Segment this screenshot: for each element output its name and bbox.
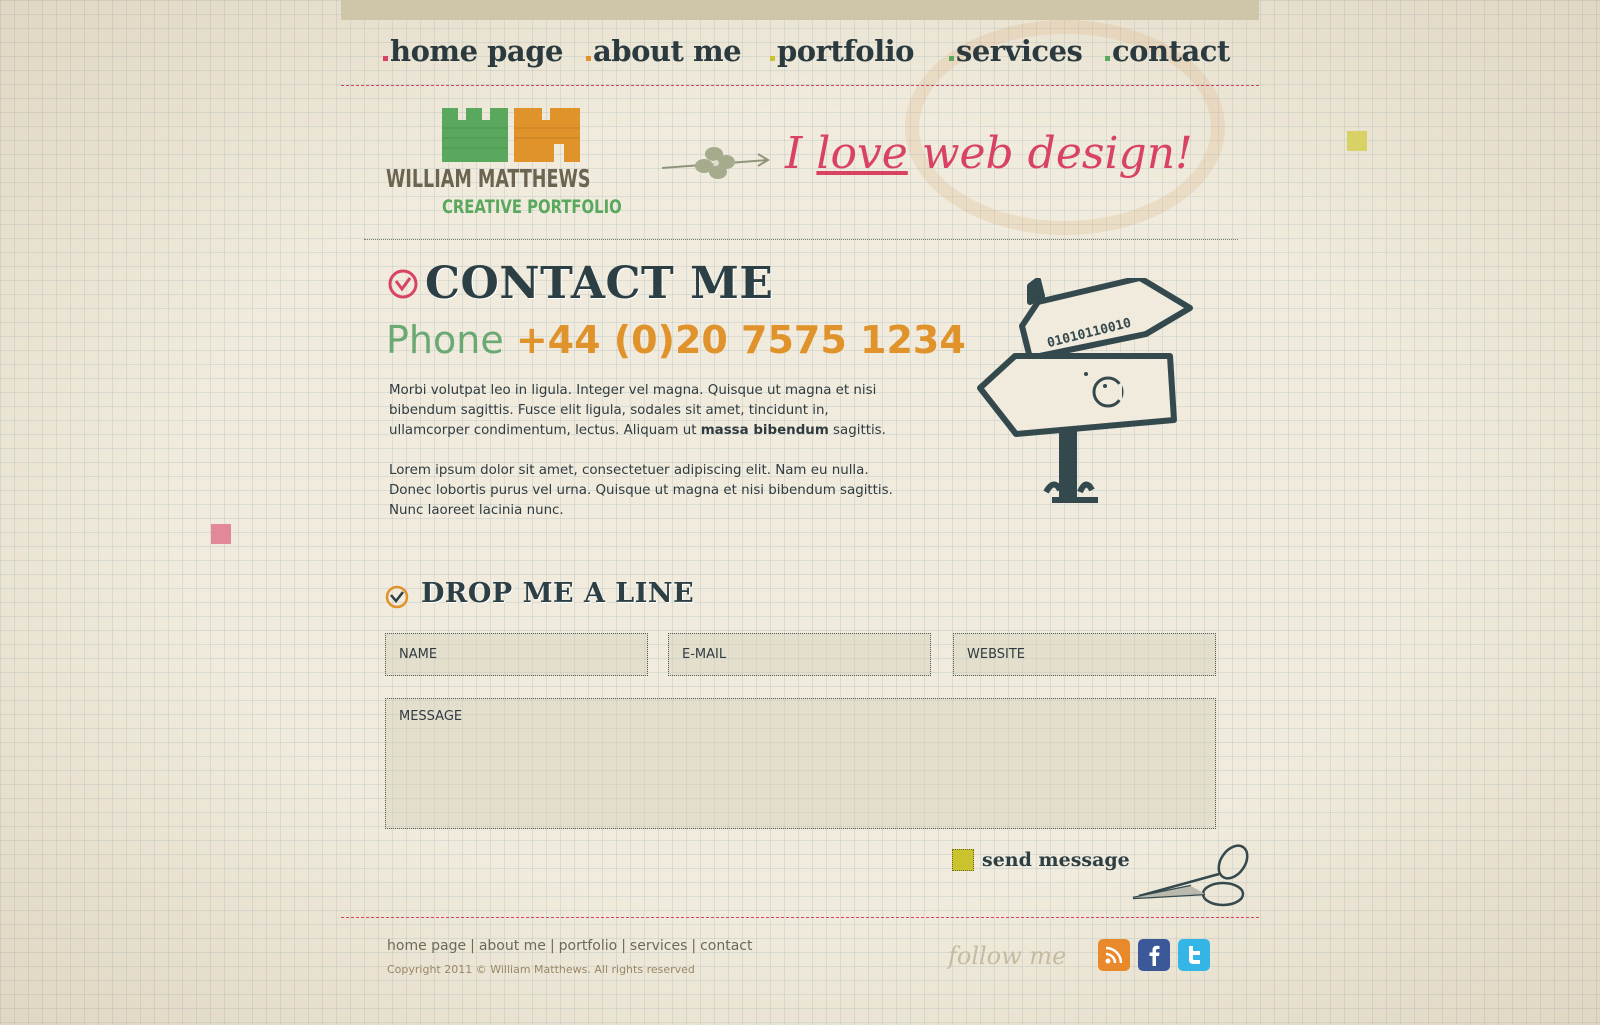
phone-label: Phone bbox=[386, 318, 504, 362]
flower-arrow-icon bbox=[662, 147, 770, 179]
contact-paragraph-2: Lorem ipsum dolor sit amet, consectetuer… bbox=[389, 463, 893, 518]
nav-dot bbox=[1105, 56, 1110, 61]
footer-link-contact[interactable]: contact bbox=[700, 938, 752, 954]
decor-square-yellow bbox=[1347, 131, 1367, 151]
nav-services[interactable]: services bbox=[949, 34, 1083, 68]
send-message-button[interactable]: send message bbox=[952, 849, 1130, 871]
facebook-icon[interactable] bbox=[1138, 939, 1170, 971]
message-field-wrap bbox=[385, 698, 1216, 829]
nav-about-me[interactable]: about me bbox=[586, 34, 742, 68]
heart-check-icon bbox=[388, 269, 418, 299]
footer-link-services[interactable]: services bbox=[630, 938, 687, 954]
send-label: send message bbox=[982, 849, 1130, 871]
logo-name: WILLIAM MATTHEWS bbox=[386, 164, 591, 193]
nav-portfolio-label: portfolio bbox=[777, 34, 915, 68]
tagline: I love web design! bbox=[785, 128, 1193, 179]
logo-castle-icon bbox=[442, 108, 580, 162]
decor-square-pink bbox=[211, 524, 231, 544]
message-textarea[interactable] bbox=[386, 699, 1215, 828]
phone-number: +44 (0)20 7575 1234 bbox=[515, 318, 966, 362]
footer-sep: | bbox=[470, 938, 475, 954]
copyright: Copyright 2011 © William Matthews. All r… bbox=[387, 963, 695, 976]
nav-dot bbox=[586, 56, 591, 61]
para1-bold: massa bibendum bbox=[700, 423, 829, 438]
website-input[interactable] bbox=[954, 634, 1215, 675]
send-checkbox bbox=[952, 849, 974, 871]
nav-about-me-label: about me bbox=[593, 34, 742, 68]
nav-home-page[interactable]: home page bbox=[383, 34, 563, 68]
signpost-icon: 01010110010 bbox=[977, 278, 1193, 503]
nav-contact[interactable]: contact bbox=[1105, 34, 1230, 68]
footer-sep: | bbox=[621, 938, 626, 954]
top-bar bbox=[341, 0, 1259, 20]
contact-title: CONTACT ME bbox=[425, 258, 774, 309]
footer-link-about-me[interactable]: about me bbox=[479, 938, 546, 954]
website-field-wrap bbox=[953, 633, 1216, 676]
follow-me-label: follow me bbox=[948, 942, 1067, 970]
phone-line: Phone +44 (0)20 7575 1234 bbox=[386, 318, 966, 362]
nav-dot bbox=[383, 56, 388, 61]
footer-link-portfolio[interactable]: portfolio bbox=[559, 938, 618, 954]
logo-subtitle: CREATIVE PORTFOLIO bbox=[442, 196, 622, 218]
tagline-pre: I bbox=[785, 128, 817, 179]
nav-dot bbox=[949, 56, 954, 61]
nav-contact-label: contact bbox=[1112, 34, 1230, 68]
footer-link-home-page[interactable]: home page bbox=[387, 938, 466, 954]
heart-check-icon-orange bbox=[385, 585, 409, 609]
footer-divider bbox=[341, 917, 1259, 918]
header-divider bbox=[341, 85, 1259, 86]
name-input[interactable] bbox=[386, 634, 647, 675]
nav-services-label: services bbox=[956, 34, 1083, 68]
footer-nav: home page | about me | portfolio | services | co… bbox=[387, 938, 752, 954]
tagline-post: web design! bbox=[907, 128, 1193, 179]
nav-dot bbox=[770, 56, 775, 61]
site-logo[interactable]: WILLIAM MATTHEWS CREATIVE PORTFOLIO bbox=[386, 108, 636, 220]
twitter-icon[interactable] bbox=[1178, 939, 1210, 971]
footer-sep: | bbox=[549, 938, 555, 954]
name-field-wrap bbox=[385, 633, 648, 676]
footer-sep: | bbox=[691, 938, 697, 954]
scissors-icon bbox=[1132, 844, 1249, 907]
rss-icon[interactable] bbox=[1098, 939, 1130, 971]
tagline-underlined: love bbox=[816, 128, 908, 179]
form-title: DROP ME A LINE bbox=[421, 578, 695, 609]
para1-end: sagittis. bbox=[828, 423, 886, 438]
header-bottom-divider bbox=[364, 239, 1238, 240]
email-field-wrap bbox=[668, 633, 931, 676]
email-input[interactable] bbox=[669, 634, 930, 675]
nav-portfolio[interactable]: portfolio bbox=[770, 34, 915, 68]
contact-paragraph-1: Morbi volutpat leo in ligula. Integer ve… bbox=[389, 381, 899, 441]
nav-home-page-label: home page bbox=[390, 34, 563, 68]
